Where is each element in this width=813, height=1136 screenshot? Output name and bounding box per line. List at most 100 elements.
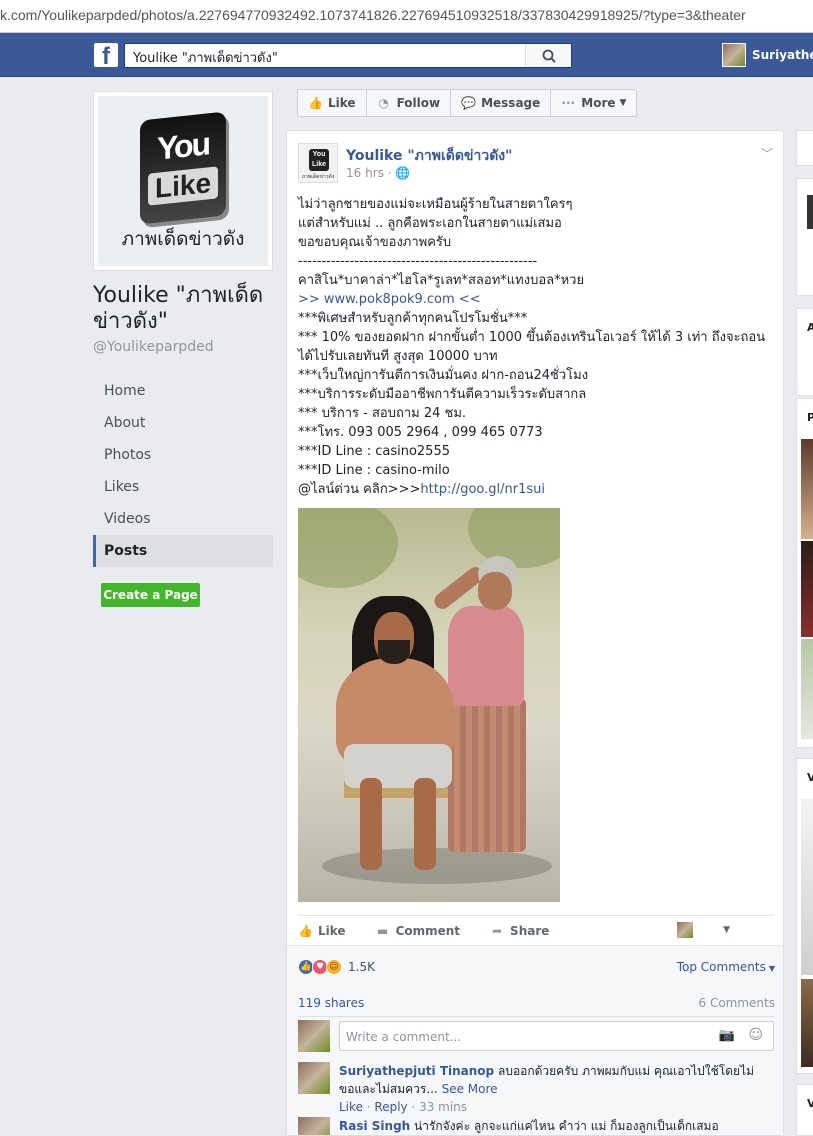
post-line-link: >> www.pok8pok9.com << bbox=[298, 290, 778, 309]
right-panel-box bbox=[796, 130, 813, 166]
logo-you-text: You bbox=[156, 125, 210, 167]
post-line: ***ID Line : casino2555 bbox=[298, 444, 450, 459]
comment-meta: Like · Reply · 33 mins bbox=[339, 1100, 468, 1114]
logo-box: You Like bbox=[140, 111, 226, 225]
page-handle[interactable]: @Youlikeparpded bbox=[93, 339, 214, 355]
see-more-link[interactable]: See More bbox=[438, 1082, 498, 1096]
right-thumb[interactable] bbox=[801, 439, 813, 539]
avatar bbox=[722, 43, 746, 67]
nav-item-home[interactable]: Home bbox=[93, 375, 273, 407]
post-author-avatar[interactable]: You Like ภาพเด็ดข่าวดัง bbox=[298, 143, 338, 183]
post-options-chevron-icon[interactable]: ﹀ bbox=[761, 145, 773, 162]
right-thumb[interactable] bbox=[801, 639, 813, 739]
logo-like-text: Like bbox=[148, 166, 218, 206]
post-comment-button[interactable]: ▬ Comment bbox=[376, 924, 460, 938]
page-profile-picture[interactable]: You Like ภาพเด็ดข่าวดัง bbox=[93, 91, 273, 271]
nav-item-photos[interactable]: Photos bbox=[93, 439, 273, 471]
follow-button[interactable]: ◔ Follow bbox=[367, 90, 452, 116]
photo-woman-face bbox=[478, 572, 512, 610]
top-comments-label: Top Comments bbox=[676, 960, 766, 974]
post-line: ***ID Line : casino-milo bbox=[298, 463, 450, 478]
post-comment-label: Comment bbox=[395, 923, 461, 938]
comment-author[interactable]: Rasi Singh bbox=[339, 1119, 410, 1133]
right-thumb[interactable] bbox=[801, 979, 813, 1067]
post-share-button[interactable]: ➦ Share bbox=[490, 924, 549, 938]
photo-shadow bbox=[322, 848, 552, 884]
link-prefix: >> bbox=[298, 292, 324, 307]
post-line: ขอขอบคุณเจ้าของภาพครับ bbox=[298, 235, 452, 250]
right-thumb[interactable] bbox=[801, 541, 813, 637]
facebook-logo-icon[interactable]: f bbox=[94, 43, 118, 67]
post-timestamp[interactable]: 16 hrs · 🌐 bbox=[346, 166, 410, 180]
search-input[interactable]: Youlike "ภาพเด็ดข่าวดัง" bbox=[124, 43, 572, 68]
profile-link[interactable]: Suriyathep bbox=[722, 43, 813, 67]
link-suffix: << bbox=[454, 292, 481, 307]
message-button[interactable]: 💬 Message bbox=[451, 90, 552, 116]
avatar-like: Like bbox=[311, 161, 326, 168]
comment-body: Suriyathepjuti Tinanop ลบออกด้วยครับ ภาพ… bbox=[339, 1062, 769, 1116]
logo-thai-text: ภาพเด็ดข่าวดัง bbox=[121, 228, 245, 250]
logo-letter: f bbox=[102, 43, 110, 67]
follow-label: Follow bbox=[396, 96, 441, 110]
camera-icon[interactable]: 📷 bbox=[719, 1028, 735, 1043]
reaction-summary[interactable]: 👍 ♥ ☺ 1.5K bbox=[298, 959, 375, 975]
nav-item-likes[interactable]: Likes bbox=[93, 471, 273, 503]
post-line: คาสิโน*บาคาล่า*ไฮโล*รูเลท*สลอท*แทงบอล*หว… bbox=[298, 273, 585, 288]
comment-icon: ▬ bbox=[376, 923, 389, 938]
nav-item-about[interactable]: About bbox=[93, 407, 273, 439]
post-line-link: @ไลน์ด่วน คลิก>>>http://goo.gl/nr1sui bbox=[298, 480, 778, 499]
avatar bbox=[677, 922, 694, 938]
comment-reply-link[interactable]: Reply bbox=[374, 1100, 407, 1114]
share-arrow-icon: ➦ bbox=[492, 923, 503, 938]
comment-author[interactable]: Suriyathepjuti Tinanop bbox=[339, 1064, 494, 1078]
post-like-button[interactable]: 👍 Like bbox=[298, 924, 346, 938]
comment-like-link[interactable]: Like bbox=[339, 1100, 363, 1114]
post-as-selector[interactable]: ▼ bbox=[677, 922, 730, 938]
post-link-pok[interactable]: www.pok8pok9.com bbox=[324, 292, 455, 307]
photo-man-leg bbox=[360, 778, 382, 870]
like-page-button[interactable]: 👍 Like bbox=[298, 90, 367, 116]
more-button[interactable]: ··· More ▼ bbox=[551, 90, 636, 116]
post-line: ----------------------------------------… bbox=[298, 254, 538, 269]
comment-time: 33 mins bbox=[419, 1100, 468, 1114]
user-name: Suriyathep bbox=[752, 48, 813, 62]
right-panel-box: A bbox=[796, 308, 813, 396]
message-label: Message bbox=[481, 96, 541, 110]
post-action-bar: 👍 Like ▬ Comment ➦ Share ▼ bbox=[298, 915, 774, 945]
photo-woman-skirt bbox=[448, 698, 526, 852]
last-prefix: @ไลน์ด่วน คลิก>>> bbox=[298, 482, 421, 497]
avatar-logo: You Like bbox=[309, 149, 329, 171]
post-line: *** 10% ของยอดฝาก ฝากขั้นต่ำ 1000 ขึ้นต้… bbox=[298, 330, 766, 364]
top-comments-dropdown[interactable]: Top Comments ▼ bbox=[677, 960, 775, 974]
post-time-text: 16 hrs · bbox=[346, 166, 396, 180]
post-photo[interactable] bbox=[298, 508, 560, 902]
more-label: More bbox=[581, 96, 616, 110]
right-thumb[interactable] bbox=[801, 799, 813, 975]
avatar[interactable] bbox=[298, 1117, 330, 1135]
photo-woman-top bbox=[448, 606, 524, 706]
page-title[interactable]: Youlike "ภาพเด็ดข่าวดัง" bbox=[93, 283, 278, 335]
avatar[interactable] bbox=[298, 1062, 330, 1094]
address-bar[interactable]: k.com/Youlikeparpded/photos/a.2276947709… bbox=[0, 0, 813, 33]
shares-count[interactable]: 119 shares bbox=[298, 996, 364, 1010]
photo-foliage bbox=[468, 508, 560, 568]
emoji-icon[interactable]: ☺ bbox=[748, 1027, 763, 1043]
search-icon bbox=[542, 49, 556, 63]
create-page-button[interactable]: Create a Page bbox=[101, 583, 200, 607]
rss-icon: ◔ bbox=[378, 96, 389, 110]
post-line: ***โทร. 093 005 2964 , 099 465 0773 bbox=[298, 425, 543, 440]
comments-count[interactable]: 6 Comments bbox=[699, 996, 776, 1010]
caret-down-icon: ▼ bbox=[619, 98, 627, 108]
nav-item-videos[interactable]: Videos bbox=[93, 503, 273, 535]
right-thumb bbox=[807, 195, 813, 229]
search-button[interactable] bbox=[525, 44, 571, 67]
post-author-name[interactable]: Youlike "ภาพเด็ดข่าวดัง" bbox=[346, 145, 512, 167]
nav-item-posts[interactable]: Posts bbox=[93, 535, 273, 567]
thumbs-up-icon: 👍 bbox=[308, 96, 323, 110]
avatar-you: You bbox=[312, 151, 326, 158]
right-label: P bbox=[807, 411, 813, 424]
post-link-googl[interactable]: http://goo.gl/nr1sui bbox=[420, 482, 545, 497]
comment-input[interactable]: Write a comment... 📷 ☺ bbox=[339, 1021, 774, 1051]
divider bbox=[298, 1016, 774, 1017]
right-panel-box: V bbox=[796, 758, 813, 1074]
